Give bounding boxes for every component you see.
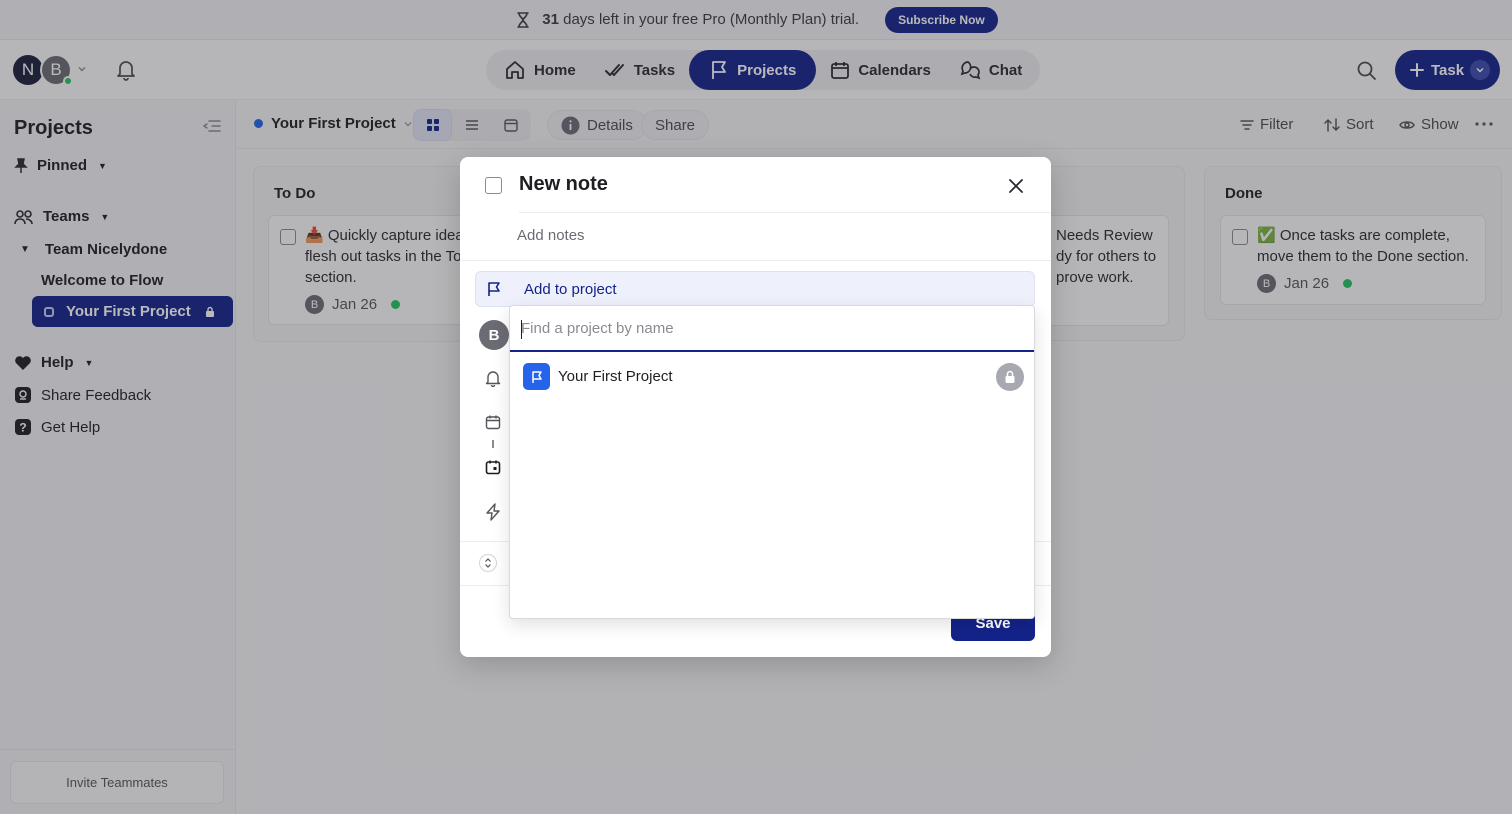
assignee-avatar[interactable]: B [479, 320, 509, 350]
note-checkbox[interactable] [485, 177, 502, 194]
modal-title[interactable]: New note [519, 173, 608, 196]
flag-icon [486, 281, 502, 297]
divider [519, 212, 1051, 213]
notes-field[interactable]: Add notes [517, 227, 585, 244]
start-date-calendar-icon[interactable] [485, 414, 501, 430]
close-icon[interactable] [1007, 177, 1025, 195]
lock-icon [996, 363, 1024, 391]
project-picker-dropdown: Your First Project [509, 305, 1035, 619]
divider [460, 260, 1051, 261]
due-date-calendar-icon[interactable] [485, 459, 501, 475]
add-to-project-row[interactable]: Add to project [475, 271, 1035, 307]
lightning-icon[interactable] [485, 503, 501, 521]
project-search-input[interactable] [510, 306, 1034, 352]
reminder-bell-icon[interactable] [485, 370, 501, 387]
project-option[interactable]: Your First Project [510, 362, 1034, 392]
text-cursor [521, 320, 522, 339]
date-connector-line [492, 440, 494, 448]
project-flag-icon [523, 363, 550, 390]
expand-icon[interactable] [479, 554, 497, 572]
project-option-name: Your First Project [558, 368, 673, 385]
add-to-project-label: Add to project [524, 281, 617, 298]
